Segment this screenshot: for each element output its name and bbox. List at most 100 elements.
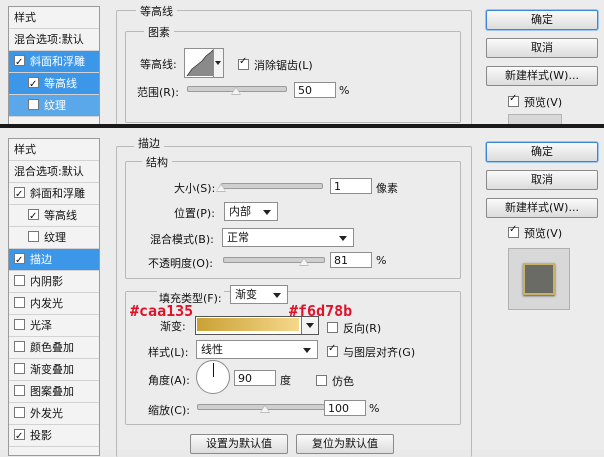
preview-checkbox[interactable]: 预览(V) (508, 224, 562, 241)
scale-label: 缩放(C): (148, 404, 190, 417)
make-default-button[interactable]: 设置为默认值 (190, 434, 288, 454)
sidebar-item-contour[interactable]: 等高线 (9, 73, 99, 95)
checkbox-icon[interactable] (14, 250, 25, 270)
range-slider-thumb[interactable] (231, 86, 241, 95)
new-style-button[interactable]: 新建样式(W)... (486, 198, 598, 218)
align-checkbox[interactable]: 与图层对齐(G) (327, 343, 416, 360)
style-select[interactable]: 线性 (196, 340, 318, 359)
sidebar-item-label: 等高线 (44, 77, 77, 90)
sidebar-item-bevel[interactable]: 斜面和浮雕 (9, 51, 99, 73)
sidebar-item-inner-glow[interactable]: 内发光 (9, 293, 99, 315)
new-style-button[interactable]: 新建样式(W)... (486, 66, 598, 86)
sidebar-item-texture[interactable]: 纹理 (9, 227, 99, 249)
ok-button[interactable]: 确定 (486, 142, 598, 162)
sidebar-item-label: 纹理 (44, 99, 66, 112)
size-slider[interactable] (221, 183, 323, 189)
checkbox-icon[interactable] (316, 375, 327, 386)
reset-default-button[interactable]: 复位为默认值 (296, 434, 394, 454)
angle-input[interactable]: 90 (234, 370, 276, 386)
checkbox-icon[interactable] (14, 184, 25, 204)
preview-checkbox[interactable]: 预览(V) (508, 93, 563, 110)
ok-button[interactable]: 确定 (486, 10, 598, 30)
opacity-input[interactable]: 81 (330, 252, 372, 268)
size-label: 大小(S): (174, 182, 216, 195)
top-sidebar: 样式 混合选项:默认 斜面和浮雕 等高线 纹理 (8, 6, 100, 128)
checkbox-icon[interactable] (28, 74, 39, 94)
checkbox-icon[interactable] (14, 341, 25, 352)
size-slider-thumb[interactable] (216, 183, 226, 192)
scale-slider-thumb[interactable] (260, 404, 270, 413)
preview-label: 预览(V) (524, 96, 563, 109)
blend-mode-select[interactable]: 正常 (222, 228, 354, 247)
preview-thumbnail (508, 248, 570, 310)
size-unit: 像素 (376, 182, 398, 195)
reverse-checkbox[interactable]: 反向(R) (327, 320, 381, 336)
position-select[interactable]: 内部 (224, 202, 278, 221)
checkbox-icon[interactable] (14, 297, 25, 308)
contour-dropdown-arrow[interactable] (213, 49, 223, 77)
sidebar-item-color-overlay[interactable]: 颜色叠加 (9, 337, 99, 359)
checkbox-icon[interactable] (28, 206, 39, 226)
scale-input[interactable]: 100 (324, 400, 366, 416)
scale-unit: % (369, 402, 380, 415)
preview-swatch (523, 263, 555, 295)
gradient-swatch[interactable] (197, 318, 299, 331)
sidebar-item-label: 纹理 (44, 231, 66, 244)
contour-label: 等高线: (140, 58, 177, 71)
sidebar-item-label: 内发光 (30, 297, 63, 310)
bottom-sidebar: 样式 混合选项:默认 斜面和浮雕 等高线 纹理 描边 内阴影 内发光 光泽 颜色… (8, 138, 100, 456)
group-title: 结构 (142, 154, 172, 170)
opacity-slider-thumb[interactable] (299, 257, 309, 266)
angle-dial[interactable] (196, 360, 230, 394)
checkbox-icon[interactable] (14, 407, 25, 418)
position-label: 位置(P): (174, 207, 215, 220)
sidebar-item-outer-glow[interactable]: 外发光 (9, 403, 99, 425)
top-dialog: 样式 混合选项:默认 斜面和浮雕 等高线 纹理 等高线 图素 等高线: 消除锯齿… (0, 0, 604, 131)
size-input[interactable]: 1 (330, 178, 372, 194)
contour-picker[interactable] (184, 48, 224, 78)
checkbox-icon[interactable] (14, 275, 25, 286)
checkbox-icon[interactable] (14, 426, 25, 446)
sidebar-blend-options[interactable]: 混合选项:默认 (9, 161, 99, 183)
sidebar-item-label: 投影 (30, 429, 52, 442)
sidebar-item-label: 外发光 (30, 407, 63, 420)
checkbox-icon[interactable] (508, 224, 519, 238)
checkbox-icon[interactable] (14, 363, 25, 374)
checkbox-icon[interactable] (508, 93, 519, 107)
sidebar-item-pattern-overlay[interactable]: 图案叠加 (9, 381, 99, 403)
antialias-checkbox[interactable]: 消除锯齿(L) (238, 56, 313, 73)
checkbox-icon[interactable] (327, 343, 338, 357)
sidebar-item-texture[interactable]: 纹理 (9, 95, 99, 117)
sidebar-item-inner-shadow[interactable]: 内阴影 (9, 271, 99, 293)
checkbox-icon[interactable] (327, 322, 338, 333)
dither-checkbox[interactable]: 仿色 (316, 373, 354, 389)
checkbox-icon[interactable] (14, 319, 25, 330)
range-label: 范围(R): (137, 86, 179, 99)
sidebar-item-drop-shadow[interactable]: 投影 (9, 425, 99, 447)
cancel-button[interactable]: 取消 (486, 38, 598, 58)
sidebar-item-bevel[interactable]: 斜面和浮雕 (9, 183, 99, 205)
opacity-slider[interactable] (223, 257, 325, 263)
antialias-label: 消除锯齿(L) (254, 59, 313, 72)
angle-unit: 度 (280, 374, 291, 387)
sidebar-item-label: 等高线 (44, 209, 77, 222)
sidebar-item-contour[interactable]: 等高线 (9, 205, 99, 227)
align-label: 与图层对齐(G) (343, 346, 416, 359)
sidebar-item-satin[interactable]: 光泽 (9, 315, 99, 337)
reverse-label: 反向(R) (343, 322, 382, 335)
sidebar-blend-options[interactable]: 混合选项:默认 (9, 29, 99, 51)
checkbox-icon[interactable] (28, 231, 39, 242)
checkbox-icon[interactable] (238, 56, 249, 70)
checkbox-icon[interactable] (14, 385, 25, 396)
range-unit: % (339, 84, 350, 97)
angle-label: 角度(A): (148, 374, 190, 387)
sidebar-item-gradient-overlay[interactable]: 渐变叠加 (9, 359, 99, 381)
sidebar-item-label: 颜色叠加 (30, 341, 74, 354)
sidebar-item-label: 斜面和浮雕 (30, 187, 85, 200)
sidebar-item-stroke[interactable]: 描边 (9, 249, 99, 271)
checkbox-icon[interactable] (14, 52, 25, 72)
range-input[interactable]: 50 (294, 82, 336, 98)
checkbox-icon[interactable] (28, 99, 39, 110)
cancel-button[interactable]: 取消 (486, 170, 598, 190)
fill-type-select[interactable]: 渐变 (230, 285, 288, 304)
